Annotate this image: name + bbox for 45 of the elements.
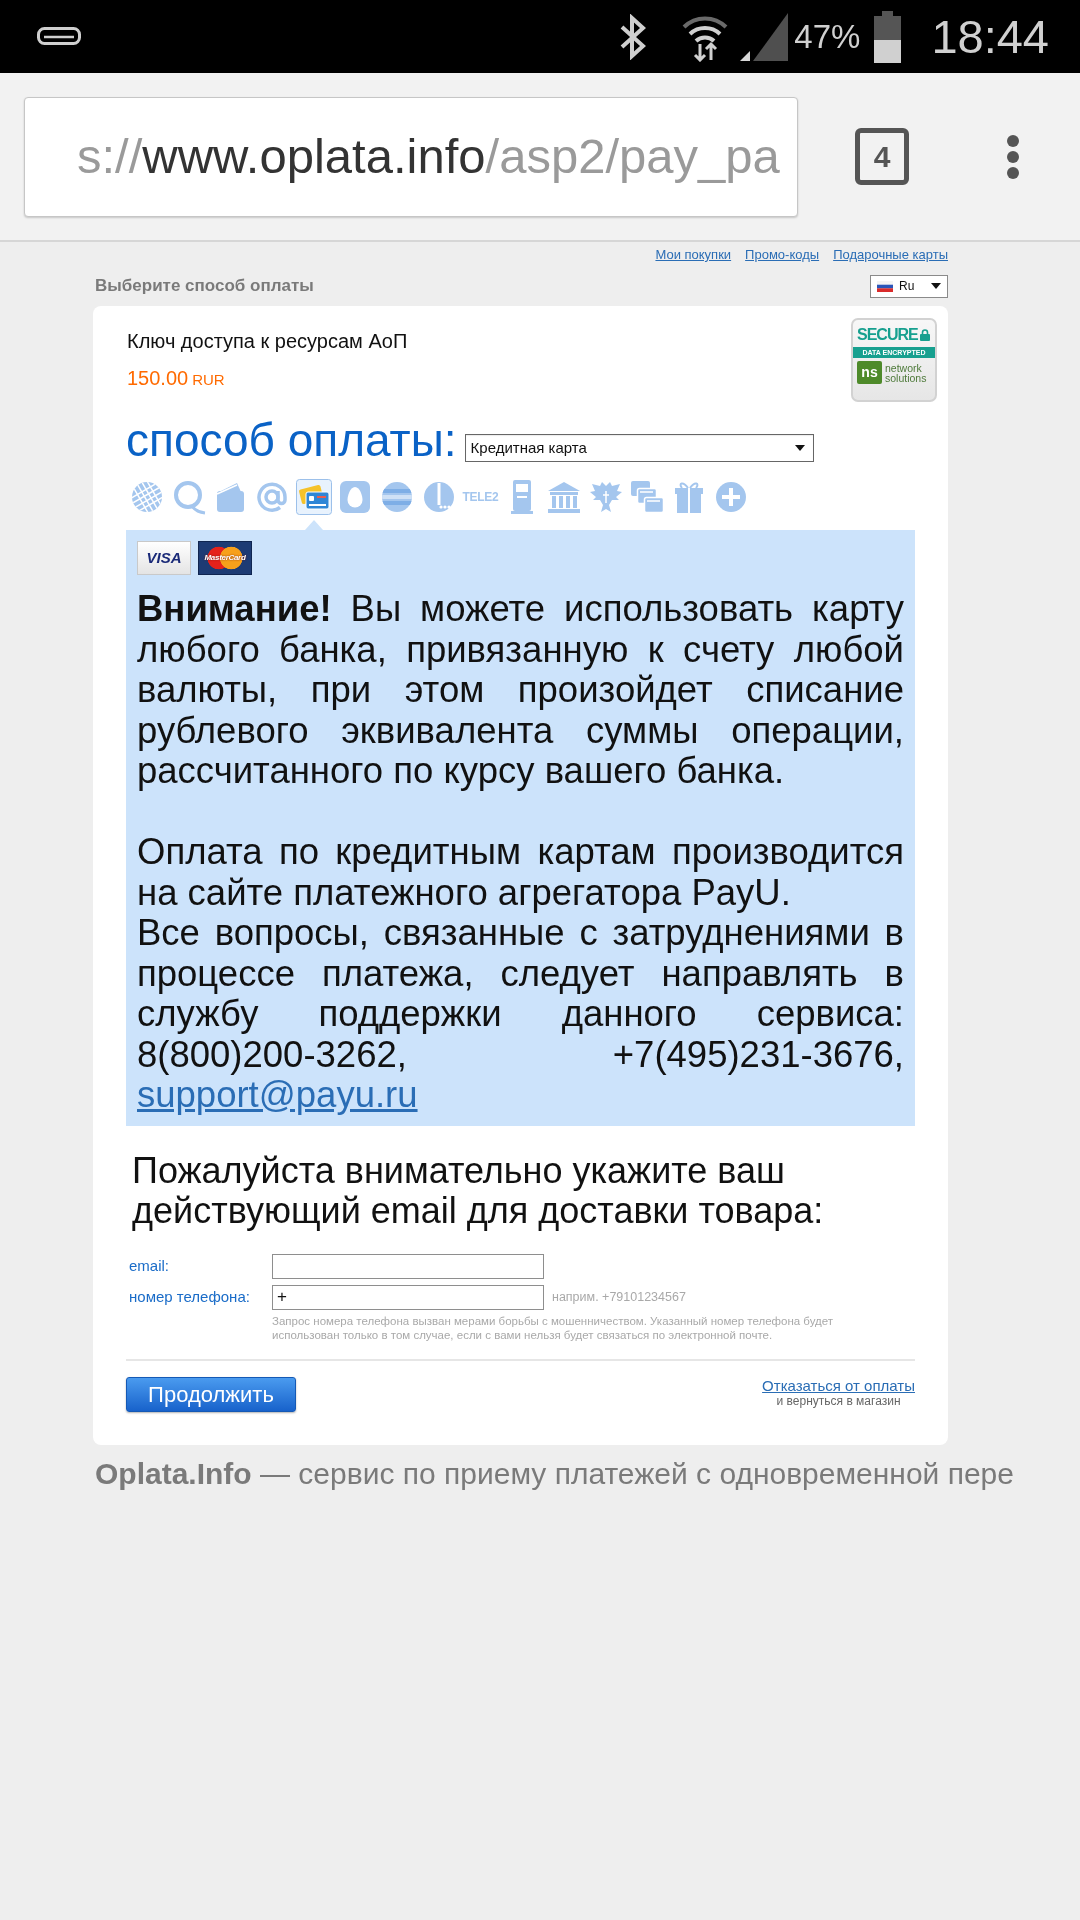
tab-switcher-button[interactable]: 4: [855, 128, 909, 185]
flag-icon: [877, 280, 893, 292]
header-link[interactable]: Мои покупки: [655, 246, 732, 264]
footer-text: Oplata.Info — сервис по приему платежей с одновременной пере: [95, 1456, 1014, 1491]
email-prompt: Пожалуйста внимательно укажите ваш действующий email для доставки товара:: [131, 1150, 825, 1232]
input-field[interactable]: [272, 1253, 544, 1279]
caret-icon: [794, 445, 805, 451]
header-link[interactable]: Промо-коды: [745, 246, 820, 264]
tray-icon: [37, 26, 81, 47]
visa-logo: VISA: [137, 541, 191, 575]
grid-ball-icon[interactable]: [129, 479, 165, 515]
battery-percent: 47%: [794, 16, 861, 57]
cancel-link[interactable]: Отказаться от оплаты: [762, 1376, 915, 1394]
windows-icon[interactable]: [629, 479, 666, 515]
currency: RUR: [192, 370, 225, 390]
field-label: номер телефона:: [128, 1286, 251, 1307]
menu-icon[interactable]: [1006, 133, 1020, 180]
bank-icon[interactable]: [545, 479, 582, 515]
notice-text: Все вопросы, связанные с затруднениями в процессе платежа, следует направлять в службу поддержки данного сервиса: 8(800)200-3262, +7(495)231-3676, support@payu.ru: [137, 913, 904, 1116]
ns-logo: ns: [857, 361, 882, 384]
brand-name: network solutions: [885, 362, 928, 383]
language-select[interactable]: Ru: [870, 274, 948, 298]
secure-label: SECURE: [857, 325, 918, 344]
url-field[interactable]: s://www.oplata.info/asp2/pay_pa: [24, 96, 798, 217]
notice-text: Оплата по кредитным картам производится на сайте платежного агрегатора PayU.: [137, 832, 904, 913]
input-field[interactable]: +: [272, 1284, 544, 1310]
header-link[interactable]: Подарочные карты: [833, 246, 948, 264]
continue-button[interactable]: Продолжить: [126, 1376, 296, 1412]
field-label: email:: [128, 1255, 170, 1276]
product-name: Ключ доступа к ресурсам АоП: [127, 329, 408, 353]
clock-time: 18:44: [931, 9, 1049, 64]
lock-icon: [919, 328, 930, 341]
price: 150.00: [127, 366, 189, 390]
input-hint: наприм. +79101234567: [552, 1288, 686, 1306]
field-note: Запрос номера телефона вызван мерами борьбы с мошенничеством. Указанный номер телефона будет использован только в том случае, если с вами нельзя будет связаться по электронной почте.: [272, 1313, 835, 1342]
battery-icon: [874, 10, 902, 63]
page-title: Выберите способ оплаты: [94, 275, 314, 298]
support-email-link[interactable]: support@payu.ru: [137, 1074, 418, 1115]
caret-icon: [931, 283, 941, 289]
notice-text: Внимание! Вы можете использовать карту любого банка, привязанную к счету любой валюты, при этом произойдет списание рублевого эквивалента суммы операции, рассчитанного по курсу вашего банка.: [137, 589, 904, 792]
payment-method-select[interactable]: Кредитная карта: [464, 434, 814, 462]
return-note: и вернуться в магазин: [776, 1393, 901, 1408]
signal-icon: [739, 11, 790, 62]
payment-method-heading: способ оплаты:: [126, 416, 457, 464]
credit-card-icon[interactable]: [295, 479, 332, 515]
